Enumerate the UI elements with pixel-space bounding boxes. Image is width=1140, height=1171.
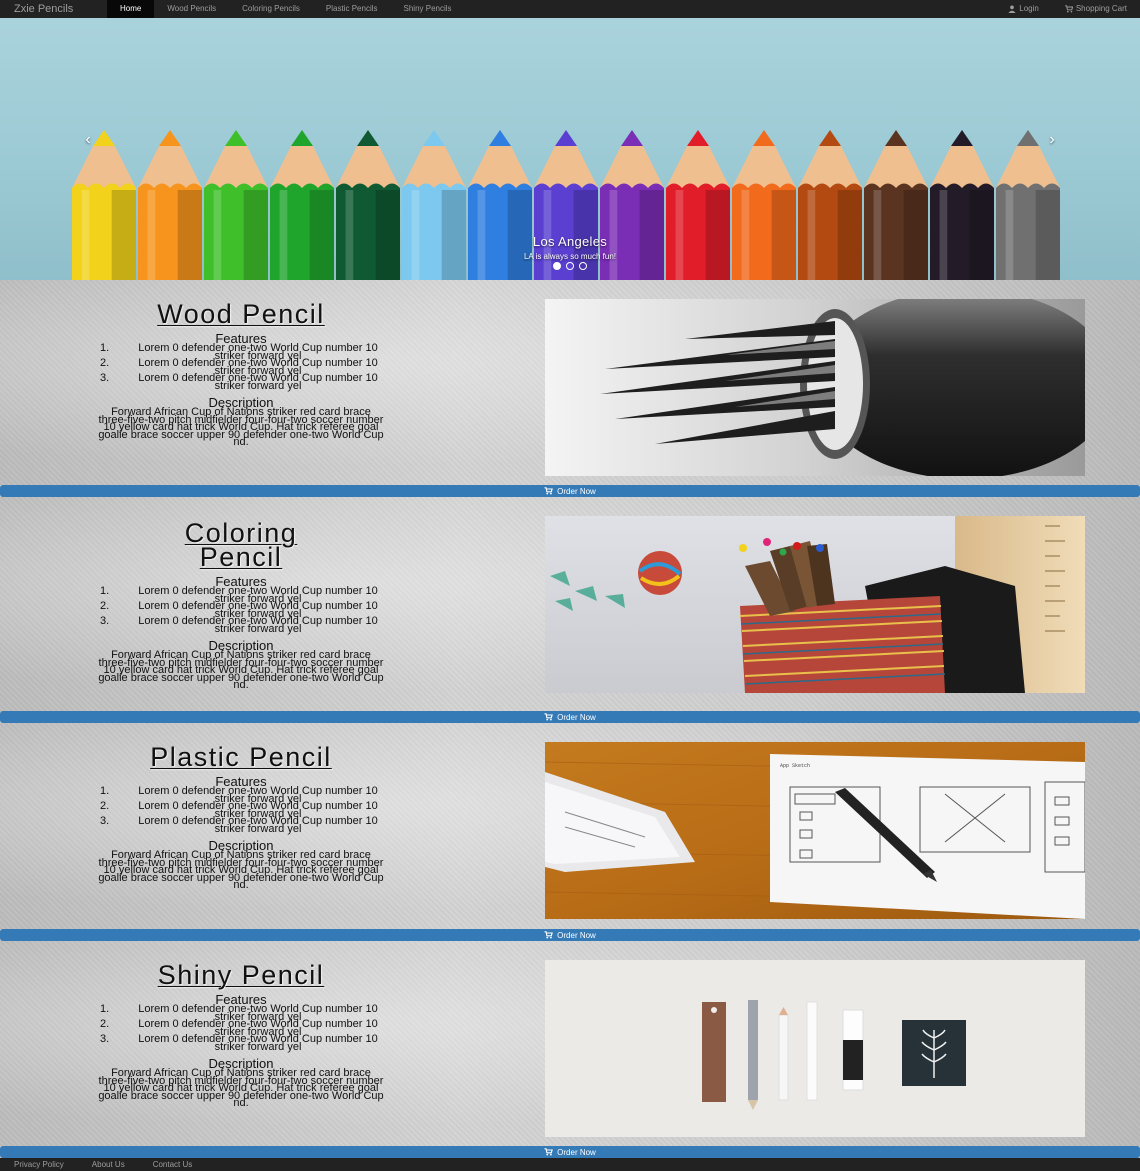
- pencil: [798, 130, 862, 280]
- cart-icon: [544, 713, 553, 721]
- product-text: Wood Pencil Features 1. Lorem 0 defender …: [96, 299, 386, 449]
- order-now-label: Order Now: [557, 486, 596, 496]
- carousel-prev-arrow-icon[interactable]: ‹: [80, 132, 96, 148]
- product-section-plastic: Plastic Pencil Features 1. Lorem 0 defend…: [0, 723, 1140, 929]
- brand-link[interactable]: Zxie Pencils: [0, 0, 107, 18]
- nav-wood-pencils[interactable]: Wood Pencils: [154, 0, 229, 18]
- nav-home[interactable]: Home: [107, 0, 155, 18]
- list-item: 3. Lorem 0 defender one-two World Cup num…: [100, 615, 378, 635]
- product-title: Shiny Pencil: [157, 960, 325, 990]
- cart-icon: [544, 931, 553, 939]
- pencil: [864, 130, 928, 280]
- plastic-pencil-photo: App Sketch: [545, 742, 1085, 919]
- carousel-caption: Los Angeles LA is always so much fun!: [470, 234, 670, 261]
- order-now-label: Order Now: [557, 930, 596, 940]
- nav-shiny-pencils[interactable]: Shiny Pencils: [391, 0, 465, 18]
- features-list: 1. Lorem 0 defender one-two World Cup num…: [96, 786, 386, 835]
- shopping-cart-link[interactable]: Shopping Cart: [1052, 0, 1140, 18]
- cart-icon: [544, 1148, 553, 1156]
- list-item: 3. Lorem 0 defender one-two World Cup num…: [100, 372, 378, 392]
- product-text: Plastic Pencil Features 1. Lorem 0 defend…: [96, 742, 386, 892]
- product-text: Shiny Pencil Features 1. Lorem 0 defender…: [96, 960, 386, 1110]
- product-title: Wood Pencil: [157, 299, 325, 329]
- nav-right-group: Login Shopping Cart: [995, 0, 1140, 18]
- wood-pencil-photo: [545, 299, 1085, 476]
- caption-text: LA is always so much fun!: [523, 252, 617, 261]
- pencil: [732, 130, 796, 280]
- features-list: 1. Lorem 0 defender one-two World Cup num…: [96, 343, 386, 392]
- footer: Privacy Policy About Us Contact Us: [0, 1158, 1140, 1171]
- carousel-indicator-2[interactable]: [566, 262, 574, 270]
- list-item: 3. Lorem 0 defender one-two World Cup num…: [100, 1033, 378, 1053]
- pencil: [270, 130, 334, 280]
- order-now-label: Order Now: [557, 1147, 596, 1157]
- product-title: Plastic Pencil: [150, 742, 332, 772]
- pencil: [930, 130, 994, 280]
- nav-plastic-pencils[interactable]: Plastic Pencils: [313, 0, 391, 18]
- hero-carousel: ‹ › Los Angeles LA is always so much fun…: [0, 18, 1140, 280]
- svg-text:App Sketch: App Sketch: [780, 763, 810, 769]
- order-now-label: Order Now: [557, 712, 596, 722]
- carousel-indicators: [0, 262, 1140, 270]
- order-now-button[interactable]: Order Now: [0, 711, 1140, 723]
- pencil: [138, 130, 202, 280]
- product-description: Forward African Cup of Nations striker r…: [98, 649, 384, 692]
- order-now-button[interactable]: Order Now: [0, 1146, 1140, 1158]
- order-now-button[interactable]: Order Now: [0, 929, 1140, 941]
- product-section-coloring: Coloring Pencil Features 1. Lorem 0 defen…: [0, 497, 1140, 712]
- pencil: [204, 130, 268, 280]
- footer-about-link[interactable]: About Us: [78, 1159, 139, 1171]
- product-description: Forward African Cup of Nations striker r…: [98, 849, 384, 892]
- product-title: Coloring Pencil: [184, 518, 298, 572]
- cart-icon: [1064, 5, 1073, 13]
- footer-privacy-link[interactable]: Privacy Policy: [0, 1159, 78, 1171]
- product-section-shiny: Shiny Pencil Features 1. Lorem 0 defender…: [0, 941, 1140, 1146]
- features-list: 1. Lorem 0 defender one-two World Cup num…: [96, 1004, 386, 1053]
- list-item: 3. Lorem 0 defender one-two World Cup num…: [100, 815, 378, 835]
- coloring-pencil-photo: [545, 516, 1085, 693]
- carousel-indicator-1[interactable]: [553, 262, 561, 270]
- top-navbar: Zxie Pencils Home Wood Pencils Coloring …: [0, 0, 1140, 18]
- carousel-indicator-3[interactable]: [579, 262, 587, 270]
- features-list: 1. Lorem 0 defender one-two World Cup num…: [96, 586, 386, 635]
- cart-icon: [544, 487, 553, 495]
- footer-contact-link[interactable]: Contact Us: [139, 1159, 207, 1171]
- order-now-button[interactable]: Order Now: [0, 485, 1140, 497]
- login-label: Login: [1019, 4, 1039, 13]
- carousel-next-arrow-icon[interactable]: ›: [1044, 132, 1060, 148]
- caption-title: Los Angeles: [532, 234, 608, 249]
- product-description: Forward African Cup of Nations striker r…: [98, 406, 384, 449]
- shiny-pencil-photo: [545, 960, 1085, 1137]
- nav-coloring-pencils[interactable]: Coloring Pencils: [229, 0, 313, 18]
- login-link[interactable]: Login: [995, 0, 1052, 18]
- product-description: Forward African Cup of Nations striker r…: [98, 1067, 384, 1110]
- pencil: [336, 130, 400, 280]
- cart-label: Shopping Cart: [1075, 4, 1127, 13]
- pencil: [72, 130, 136, 280]
- pencil: [402, 130, 466, 280]
- product-section-wood: Wood Pencil Features 1. Lorem 0 defender …: [0, 280, 1140, 485]
- pencil: [996, 130, 1060, 280]
- product-text: Coloring Pencil Features 1. Lorem 0 defen…: [96, 518, 386, 692]
- pencil: [666, 130, 730, 280]
- user-icon: [1008, 5, 1016, 13]
